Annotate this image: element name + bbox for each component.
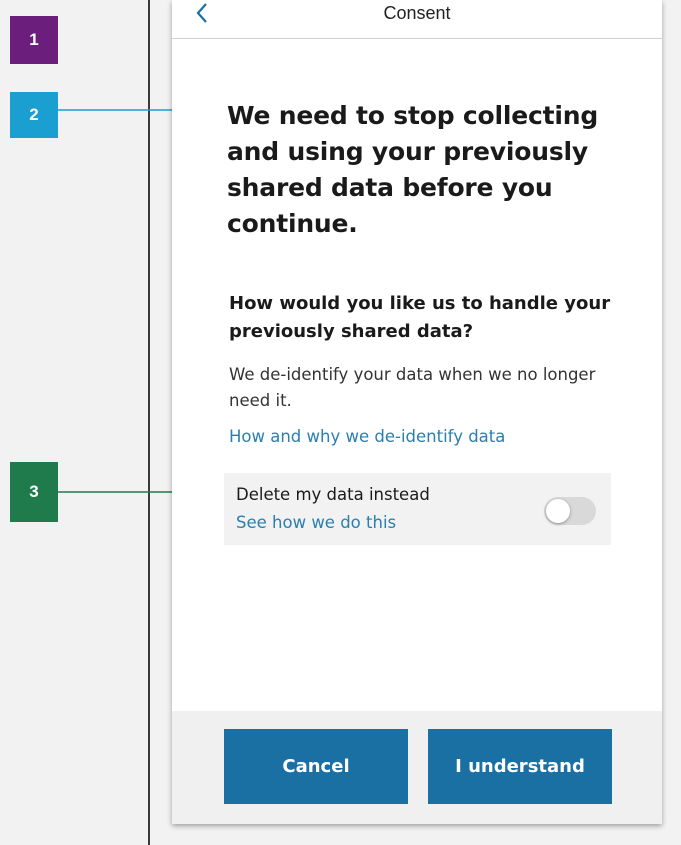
annotation-badge-1: 1 bbox=[10, 16, 58, 64]
see-how-link[interactable]: See how we do this bbox=[236, 513, 396, 532]
option-title: Delete my data instead bbox=[236, 485, 430, 504]
divider-line bbox=[148, 0, 150, 845]
toggle-knob bbox=[546, 499, 570, 523]
phone-screen: Consent We need to stop collecting and u… bbox=[172, 0, 662, 824]
delete-data-option: Delete my data instead See how we do thi… bbox=[224, 473, 611, 545]
footer-bar: Cancel I understand bbox=[172, 711, 662, 824]
de-identify-link[interactable]: How and why we de-identify data bbox=[229, 427, 505, 446]
subheading: How would you like us to handle your pre… bbox=[229, 293, 611, 342]
annotation-badge-3: 3 bbox=[10, 462, 58, 522]
i-understand-button[interactable]: I understand bbox=[428, 729, 612, 804]
annotation-badge-2: 2 bbox=[10, 92, 58, 138]
delete-data-toggle[interactable] bbox=[544, 497, 596, 525]
headline: We need to stop collecting and using you… bbox=[227, 101, 599, 238]
top-bar: Consent bbox=[172, 0, 662, 39]
description-text: We de-identify your data when we no long… bbox=[229, 365, 596, 410]
cancel-button[interactable]: Cancel bbox=[224, 729, 408, 804]
page-title: Consent bbox=[383, 3, 451, 23]
